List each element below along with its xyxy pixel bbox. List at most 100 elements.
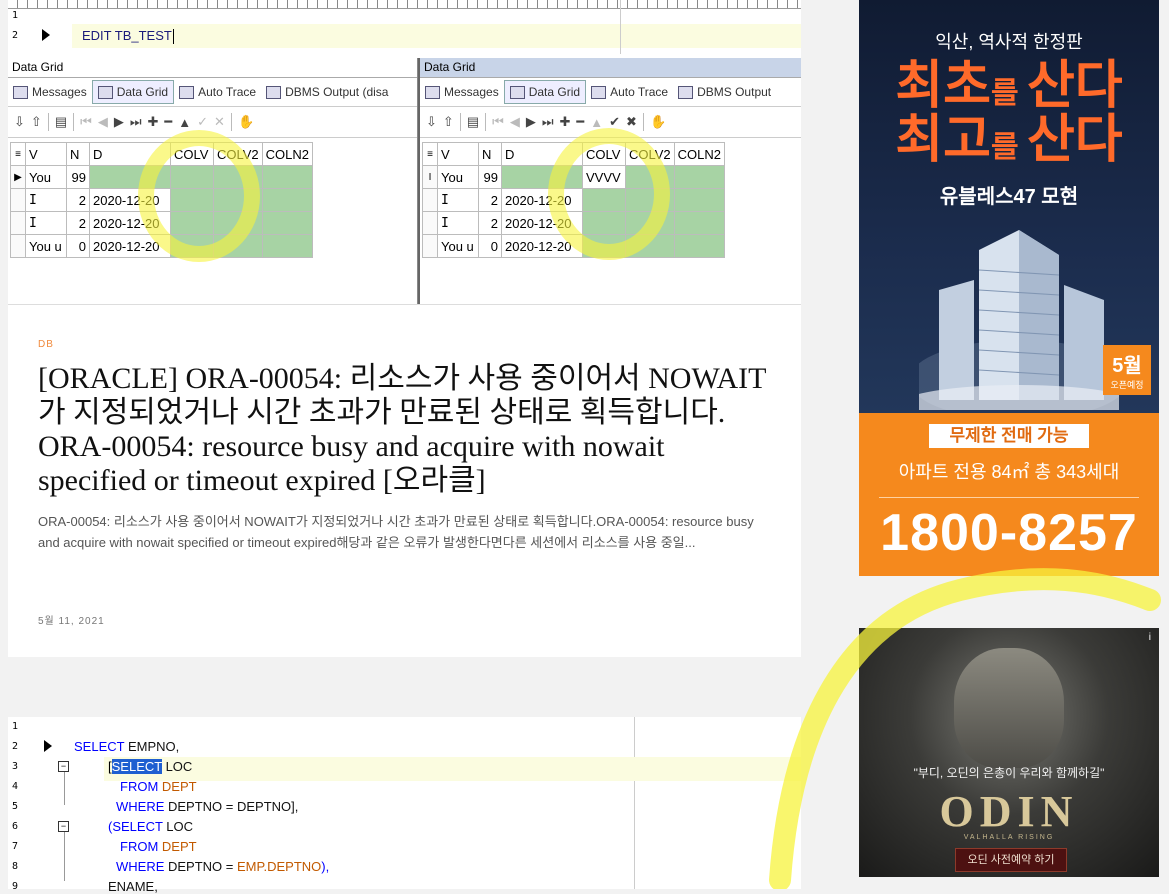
column-header[interactable]: N bbox=[478, 142, 502, 166]
last-record-icon[interactable]: ⏭ bbox=[130, 114, 142, 130]
fold-toggle-icon[interactable]: − bbox=[58, 761, 69, 772]
pane-title: Data Grid bbox=[420, 58, 801, 78]
game-ad-banner[interactable]: i "부디, 오딘의 은총이 우리와 함께하길" ODIN VALHALLA R… bbox=[859, 628, 1159, 877]
line-number: 2 bbox=[12, 30, 19, 41]
messages-icon bbox=[13, 85, 28, 99]
ad-headline: 최고를 산다 bbox=[895, 111, 1123, 169]
database-icon[interactable]: ▤ bbox=[55, 114, 67, 130]
column-header[interactable]: COLN2 bbox=[261, 142, 314, 166]
post-icon[interactable]: ✓ bbox=[197, 114, 208, 130]
cancel-icon[interactable]: ✕ bbox=[214, 114, 225, 130]
trace-icon bbox=[179, 85, 195, 99]
post-card[interactable]: 1 2 EDIT TB_TEST Data Grid Messages Data… bbox=[8, 0, 801, 657]
editor-margin bbox=[620, 0, 621, 54]
preregister-button[interactable]: 오딘 사전예약 하기 bbox=[955, 848, 1067, 872]
export-icon[interactable]: ⇩ bbox=[14, 114, 25, 130]
post-excerpt: ORA-00054: 리소스가 사용 중이어서 NOWAIT가 지정되었거나 시… bbox=[38, 514, 754, 550]
tab-auto-trace[interactable]: Auto Trace bbox=[174, 81, 261, 103]
trace-icon bbox=[591, 85, 607, 99]
add-row-icon[interactable]: ✚ bbox=[148, 114, 159, 130]
tab-messages[interactable]: Messages bbox=[420, 81, 504, 103]
sql-line: WHERE DEPTNO = DEPTNO], bbox=[116, 799, 299, 814]
import-icon[interactable]: ⇧ bbox=[443, 114, 454, 130]
sql-line: [SELECT LOC bbox=[108, 759, 193, 774]
toad-screenshot: 1 2 EDIT TB_TEST Data Grid Messages Data… bbox=[8, 0, 801, 305]
apartment-ad-banner[interactable]: 익산, 역사적 한정판 최초를 산다 최고를 산다 유블레스47 모현 5월 오픈… bbox=[859, 0, 1159, 576]
ad-info: 아파트 전용 84㎡ 총 343세대 bbox=[898, 462, 1120, 482]
line-number: 1 bbox=[12, 10, 19, 21]
first-record-icon[interactable]: ⏮ bbox=[80, 114, 92, 130]
warrior-illustration-icon bbox=[954, 648, 1064, 768]
pane-title: Data Grid bbox=[8, 58, 417, 78]
row-header: ≡ bbox=[10, 142, 26, 166]
dbms-icon bbox=[678, 85, 694, 99]
prev-record-icon[interactable]: ◀ bbox=[510, 114, 520, 130]
ad-subtitle: 익산, 역사적 한정판 bbox=[935, 32, 1083, 52]
sql-line: FROM DEPT bbox=[120, 839, 197, 854]
grid-icon bbox=[509, 85, 525, 99]
first-record-icon[interactable]: ⏮ bbox=[492, 114, 504, 130]
fold-toggle-icon[interactable]: − bbox=[58, 821, 69, 832]
export-icon[interactable]: ⇩ bbox=[426, 114, 437, 130]
column-header[interactable]: COLN2 bbox=[673, 142, 726, 166]
next-record-icon[interactable]: ▶ bbox=[114, 114, 124, 130]
column-header[interactable]: N bbox=[66, 142, 90, 166]
ad-info-icon[interactable]: i bbox=[1149, 632, 1151, 643]
open-month-badge: 5월 오픈예정 bbox=[1103, 345, 1151, 395]
game-logo: ODIN bbox=[939, 787, 1079, 836]
column-header[interactable]: V bbox=[25, 142, 67, 166]
active-code-line bbox=[72, 24, 801, 48]
hand-icon[interactable]: ✋ bbox=[238, 114, 254, 130]
tab-messages[interactable]: Messages bbox=[8, 81, 92, 103]
add-row-icon[interactable]: ✚ bbox=[560, 114, 571, 130]
highlighter-mark bbox=[138, 130, 260, 262]
result-tabs: Messages Data Grid Auto Trace DBMS Outpu… bbox=[420, 78, 801, 107]
move-up-icon[interactable]: ▲ bbox=[590, 115, 603, 130]
post-category[interactable]: DB bbox=[38, 339, 54, 350]
row-header: ≡ bbox=[422, 142, 438, 166]
hand-icon[interactable]: ✋ bbox=[650, 114, 666, 130]
ad-quote: "부디, 오딘의 은총이 우리와 함께하길" bbox=[913, 766, 1105, 780]
last-record-icon[interactable]: ⏭ bbox=[542, 114, 554, 130]
highlighter-mark bbox=[548, 128, 670, 260]
tab-auto-trace[interactable]: Auto Trace bbox=[586, 81, 673, 103]
sql-line: (SELECT LOC bbox=[108, 819, 194, 834]
cancel-edit-icon[interactable]: ✖ bbox=[626, 114, 637, 130]
sql-line: WHERE DEPTNO = EMP.DEPTNO), bbox=[116, 859, 330, 874]
tab-dbms-output[interactable]: DBMS Output bbox=[673, 81, 776, 103]
sql-line: FROM DEPT bbox=[120, 779, 197, 794]
editor-margin bbox=[634, 717, 635, 889]
sql-editor-text: EDIT TB_TEST bbox=[82, 28, 174, 45]
messages-icon bbox=[425, 85, 440, 99]
database-icon[interactable]: ▤ bbox=[467, 114, 479, 130]
prev-record-icon[interactable]: ◀ bbox=[98, 114, 108, 130]
current-line-arrow-icon bbox=[44, 740, 52, 752]
current-row-icon: ▶ bbox=[10, 165, 26, 189]
delete-row-icon[interactable]: ━ bbox=[164, 114, 172, 130]
post-card[interactable]: 1 2 3 4 5 6 7 8 9 − − SELECT EMPNO, [SEL… bbox=[8, 717, 801, 894]
post-date: 5월 11, 2021 bbox=[38, 616, 105, 627]
ad-phone-number[interactable]: 1800-8257 bbox=[859, 503, 1159, 563]
grid-icon bbox=[97, 85, 113, 99]
dbms-icon bbox=[266, 85, 282, 99]
import-icon[interactable]: ⇧ bbox=[31, 114, 42, 130]
sql-line: SELECT EMPNO, bbox=[74, 739, 180, 754]
active-code-line bbox=[104, 757, 801, 781]
tab-dbms-output[interactable]: DBMS Output (disa bbox=[261, 81, 393, 103]
tab-data-grid[interactable]: Data Grid bbox=[503, 80, 587, 104]
current-line-arrow-icon bbox=[42, 29, 50, 41]
ad-highlight-box: 무제한 전매 가능 bbox=[929, 424, 1089, 448]
next-record-icon[interactable]: ▶ bbox=[526, 114, 536, 130]
game-logo-subtitle: VALHALLA RISING bbox=[963, 834, 1055, 841]
editor-ruler bbox=[8, 0, 801, 9]
result-tabs: Messages Data Grid Auto Trace DBMS Outpu… bbox=[8, 78, 417, 107]
edit-row-icon: I bbox=[422, 165, 438, 189]
ad-brand: 유블레스47 모현 bbox=[939, 186, 1079, 208]
move-up-icon[interactable]: ▲ bbox=[178, 115, 191, 130]
sql-line: ENAME, bbox=[108, 879, 158, 894]
tab-data-grid[interactable]: Data Grid bbox=[91, 80, 175, 104]
post-title[interactable]: [ORACLE] ORA-00054: 리소스가 사용 중이어서 NOWAIT가… bbox=[38, 362, 778, 498]
building-illustration-icon bbox=[919, 230, 1119, 410]
column-header[interactable]: V bbox=[437, 142, 479, 166]
delete-row-icon[interactable]: ━ bbox=[576, 114, 584, 130]
